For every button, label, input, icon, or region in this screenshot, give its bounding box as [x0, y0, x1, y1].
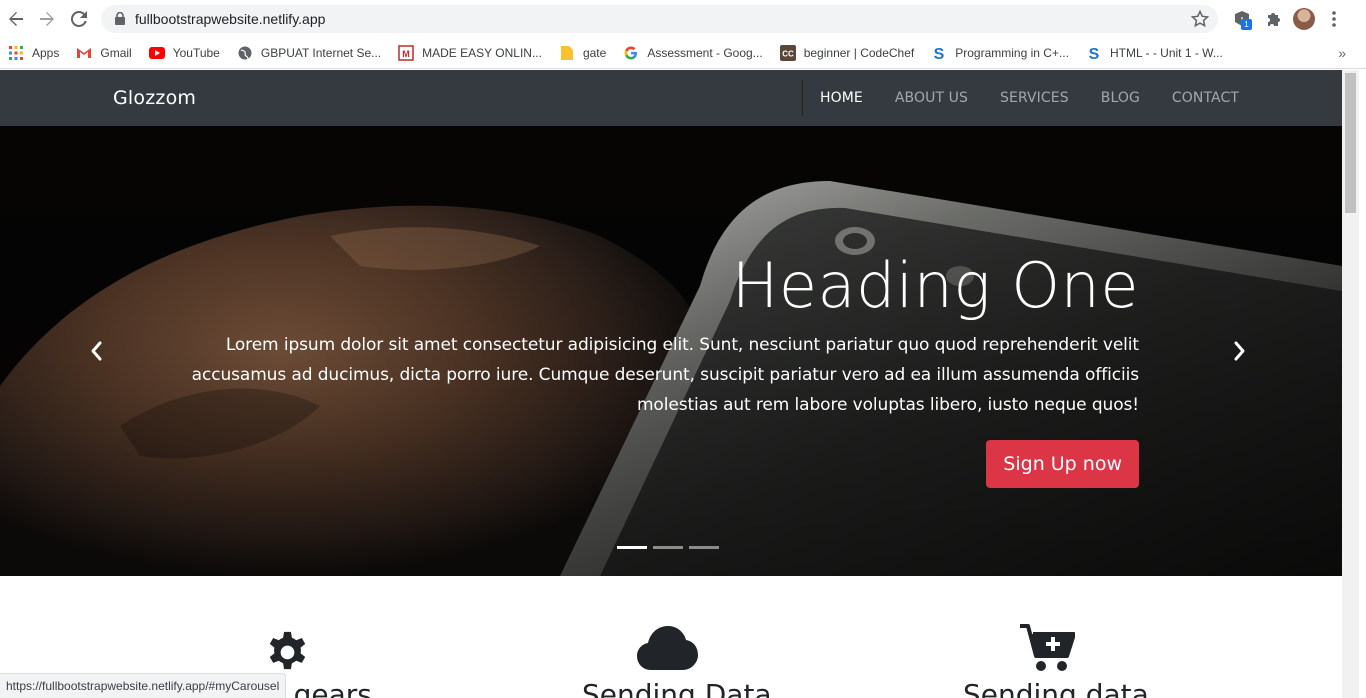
- bookmark-label: Gmail: [100, 46, 132, 60]
- link-status-bubble: https://fullbootstrapwebsite.netlify.app…: [0, 673, 287, 698]
- carousel-indicator-1[interactable]: [617, 546, 647, 549]
- forward-icon[interactable]: [33, 5, 61, 33]
- feature-title-sending-data-2: Sending data: [963, 678, 1149, 698]
- svg-text:S: S: [1089, 46, 1100, 61]
- nav-contact[interactable]: CONTACT: [1172, 90, 1239, 106]
- site-navbar: Glozzom HOME ABOUT US SERVICES BLOG CONT…: [0, 70, 1342, 126]
- puzzle-icon[interactable]: [1265, 10, 1283, 33]
- scrollbar-thumb[interactable]: [1345, 73, 1356, 213]
- more-bookmarks-icon[interactable]: »: [1338, 45, 1346, 61]
- hero-carousel: Heading One Lorem ipsum dolor sit amet c…: [0, 126, 1342, 576]
- back-icon[interactable]: [2, 5, 30, 33]
- carousel-indicator-3[interactable]: [689, 546, 719, 549]
- bookmark-gbpuat[interactable]: GBPUAT Internet Se...: [237, 45, 381, 61]
- globe-icon: [237, 45, 253, 61]
- bookmark-assessment[interactable]: Assessment - Goog...: [623, 45, 763, 61]
- cart-plus-icon: [1020, 624, 1075, 671]
- url-text: fullbootstrapwebsite.netlify.app: [135, 11, 326, 27]
- svg-text:M: M: [402, 49, 410, 59]
- carousel-heading: Heading One: [731, 249, 1139, 322]
- bookmark-made-easy[interactable]: M MADE EASY ONLIN...: [398, 45, 542, 61]
- lock-icon: [115, 12, 125, 25]
- bookmarks-bar: Apps Gmail YouTube GBPUAT Internet Se...…: [0, 38, 1366, 69]
- madeeasy-icon: M: [398, 45, 414, 61]
- bookmark-label: YouTube: [172, 46, 220, 60]
- carousel-indicators: [617, 546, 725, 549]
- extension-icon[interactable]: 1: [1233, 10, 1253, 30]
- browser-toolbar: fullbootstrapwebsite.netlify.app 1: [0, 0, 1366, 38]
- bookmark-html-unit[interactable]: S HTML - - Unit 1 - W...: [1086, 45, 1223, 61]
- bookmark-label: Programming in C+...: [955, 46, 1069, 60]
- bookmark-label: gate: [582, 46, 607, 60]
- carousel-text: Lorem ipsum dolor sit amet consectetur a…: [191, 335, 1139, 415]
- menu-dots-icon[interactable]: [1331, 10, 1337, 33]
- reload-icon[interactable]: [65, 5, 93, 33]
- nav-links: HOME ABOUT US SERVICES BLOG CONTACT: [820, 90, 1271, 106]
- apps-grid-icon: [8, 45, 24, 61]
- feature-title-sending-data: Sending Data: [582, 678, 772, 698]
- s-icon: S: [931, 45, 947, 61]
- youtube-icon: [148, 45, 165, 61]
- carousel-indicator-2[interactable]: [653, 546, 683, 549]
- extension-badge: 1: [1241, 19, 1252, 30]
- bookmark-programming-cpp[interactable]: S Programming in C+...: [931, 45, 1069, 61]
- chevron-left-icon: [91, 341, 102, 361]
- folder-icon: [559, 45, 575, 61]
- nav-about-us[interactable]: ABOUT US: [895, 90, 968, 106]
- gmail-icon: [76, 45, 92, 61]
- svg-text:S: S: [934, 46, 945, 61]
- bookmark-apps[interactable]: Apps: [8, 45, 59, 61]
- google-icon: [623, 45, 639, 61]
- site-brand[interactable]: Glozzom: [113, 87, 196, 109]
- cloud-icon: [637, 626, 698, 670]
- bookmark-label: MADE EASY ONLIN...: [422, 46, 542, 60]
- carousel-caption: Heading One Lorem ipsum dolor sit amet c…: [139, 246, 1139, 420]
- window-edge: [1359, 70, 1366, 698]
- bookmark-label: GBPUAT Internet Se...: [260, 46, 382, 60]
- bookmark-label: beginner | CodeChef: [803, 46, 915, 60]
- page-viewport: Glozzom HOME ABOUT US SERVICES BLOG CONT…: [0, 70, 1342, 698]
- bookmark-label: Assessment - Goog...: [647, 46, 763, 60]
- bookmark-codechef[interactable]: CC beginner | CodeChef: [779, 45, 915, 61]
- bookmark-gate[interactable]: gate: [559, 45, 606, 61]
- nav-divider: [802, 80, 803, 116]
- s-icon: S: [1086, 45, 1102, 61]
- address-bar[interactable]: fullbootstrapwebsite.netlify.app: [101, 5, 1218, 33]
- signup-button[interactable]: Sign Up now: [986, 440, 1139, 488]
- carousel-next-button[interactable]: [1230, 338, 1250, 364]
- bookmark-label: Apps: [32, 46, 60, 60]
- nav-blog[interactable]: BLOG: [1101, 90, 1140, 106]
- bookmark-gmail[interactable]: Gmail: [76, 45, 132, 61]
- bookmark-star-icon[interactable]: [1190, 9, 1210, 29]
- profile-avatar[interactable]: [1293, 8, 1315, 30]
- carousel-prev-button[interactable]: [86, 338, 106, 364]
- page-scrollbar[interactable]: [1342, 70, 1359, 698]
- nav-services[interactable]: SERVICES: [1000, 90, 1069, 106]
- bookmark-label: HTML - - Unit 1 - W...: [1109, 46, 1223, 60]
- codechef-icon: CC: [779, 45, 796, 61]
- svg-text:CC: CC: [782, 50, 794, 59]
- bookmark-youtube[interactable]: YouTube: [148, 45, 220, 61]
- nav-home[interactable]: HOME: [820, 90, 863, 106]
- gear-icon: [269, 631, 306, 670]
- chevron-right-icon: [1234, 341, 1245, 361]
